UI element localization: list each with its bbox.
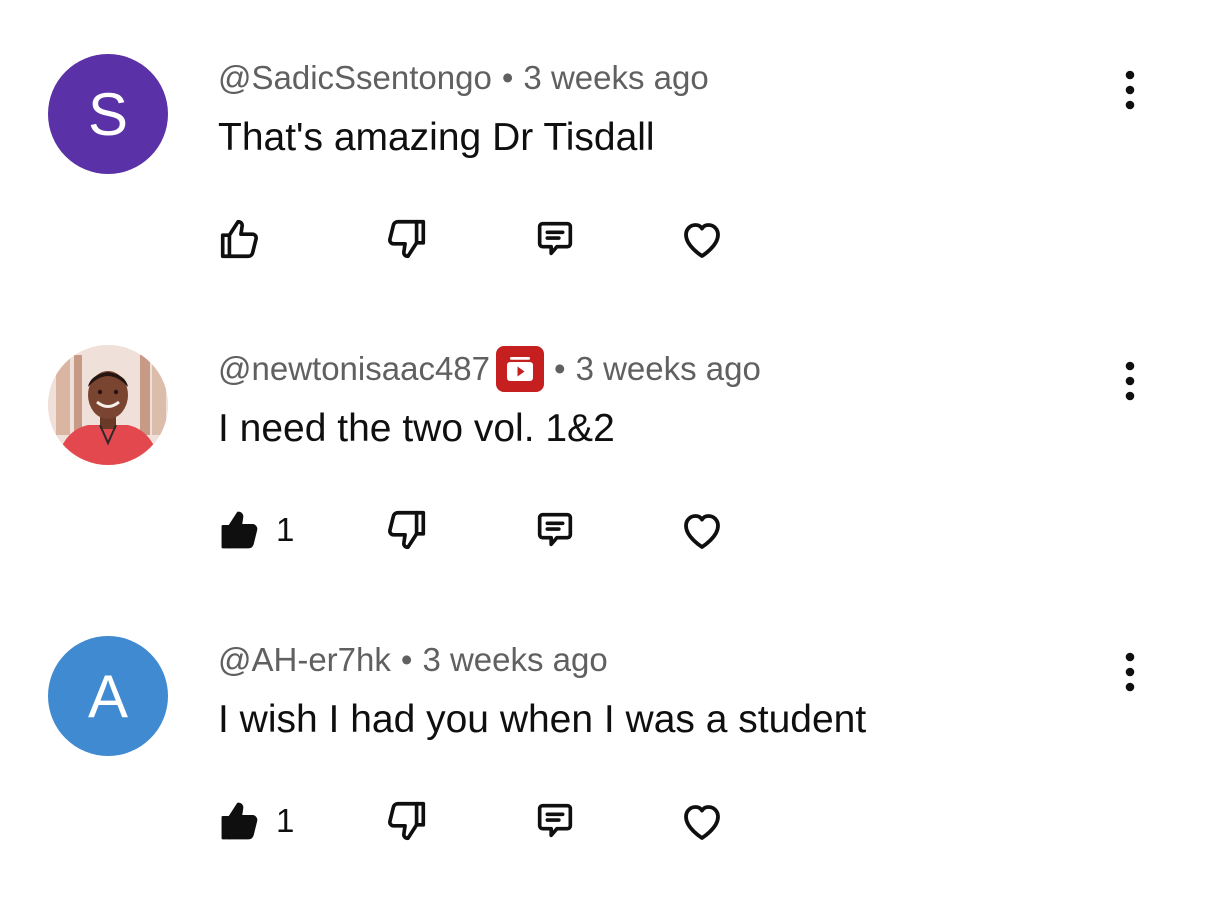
like-count: 1 [276,511,295,548]
meta-separator: • [400,641,413,678]
dislike-button[interactable] [384,214,430,264]
membership-badge [496,346,545,392]
comment-text: I wish I had you when I was a student [218,698,867,741]
meta-separator: • [501,59,514,96]
meta-separator: • [554,350,566,387]
heart-icon [684,514,720,549]
heart-button[interactable] [678,796,726,846]
like-count: 1 [276,802,295,839]
author-name[interactable]: @newtonisaac487 [218,350,490,388]
comment-item: @newtonisaac487 • 3 weeks ago I need the… [0,291,1206,581]
comment-text: I need the two vol. 1&2 [218,407,615,450]
heart-icon [684,805,720,840]
reply-button[interactable] [532,796,578,846]
timestamp[interactable]: 3 weeks ago [523,59,708,97]
more-options-button[interactable] [1110,70,1150,110]
heart-button[interactable] [678,214,726,264]
like-button[interactable]: 1 [216,505,294,555]
user-photo-icon [48,345,168,465]
reply-icon [537,803,573,838]
author-name[interactable]: @SadicSsentongo [218,59,492,97]
more-options-button[interactable] [1110,652,1150,692]
more-vert-icon [1125,361,1135,401]
comment-text: That's amazing Dr Tisdall [218,116,655,159]
thumbs-down-icon [388,219,426,259]
author-name[interactable]: @AH-er7hk [218,641,391,679]
more-vert-icon [1125,652,1135,692]
comment-meta: @newtonisaac487 • 3 weeks ago [218,346,761,392]
reply-button[interactable] [532,214,578,264]
timestamp[interactable]: 3 weeks ago [576,350,761,388]
heart-icon [684,223,720,258]
avatar[interactable]: A [48,636,168,756]
thumbs-up-icon [221,511,258,549]
avatar[interactable] [48,345,168,465]
reply-icon [537,221,573,256]
avatar[interactable]: S [48,54,168,174]
reply-button[interactable] [532,505,578,555]
dislike-button[interactable] [384,796,430,846]
thumbs-up-icon [220,219,258,259]
avatar-letter: S [87,80,129,148]
more-options-button[interactable] [1110,361,1150,401]
comment-item: A @AH-er7hk • 3 weeks ago I wish I had y… [0,582,1206,872]
membership-badge-icon [507,357,534,381]
like-button[interactable]: 1 [216,796,294,846]
thumbs-up-icon [221,802,258,840]
avatar-letter: A [87,662,129,730]
comment-item: S @SadicSsentongo • 3 weeks ago That's a… [0,0,1206,290]
timestamp[interactable]: 3 weeks ago [422,641,607,679]
comment-meta: @SadicSsentongo • 3 weeks ago [218,58,709,98]
comment-meta: @AH-er7hk • 3 weeks ago [218,640,608,680]
thumbs-down-icon [388,801,426,841]
reply-icon [537,512,573,547]
more-vert-icon [1125,70,1135,110]
thumbs-down-icon [388,510,426,550]
heart-button[interactable] [678,505,726,555]
like-button[interactable] [216,214,262,264]
dislike-button[interactable] [384,505,430,555]
